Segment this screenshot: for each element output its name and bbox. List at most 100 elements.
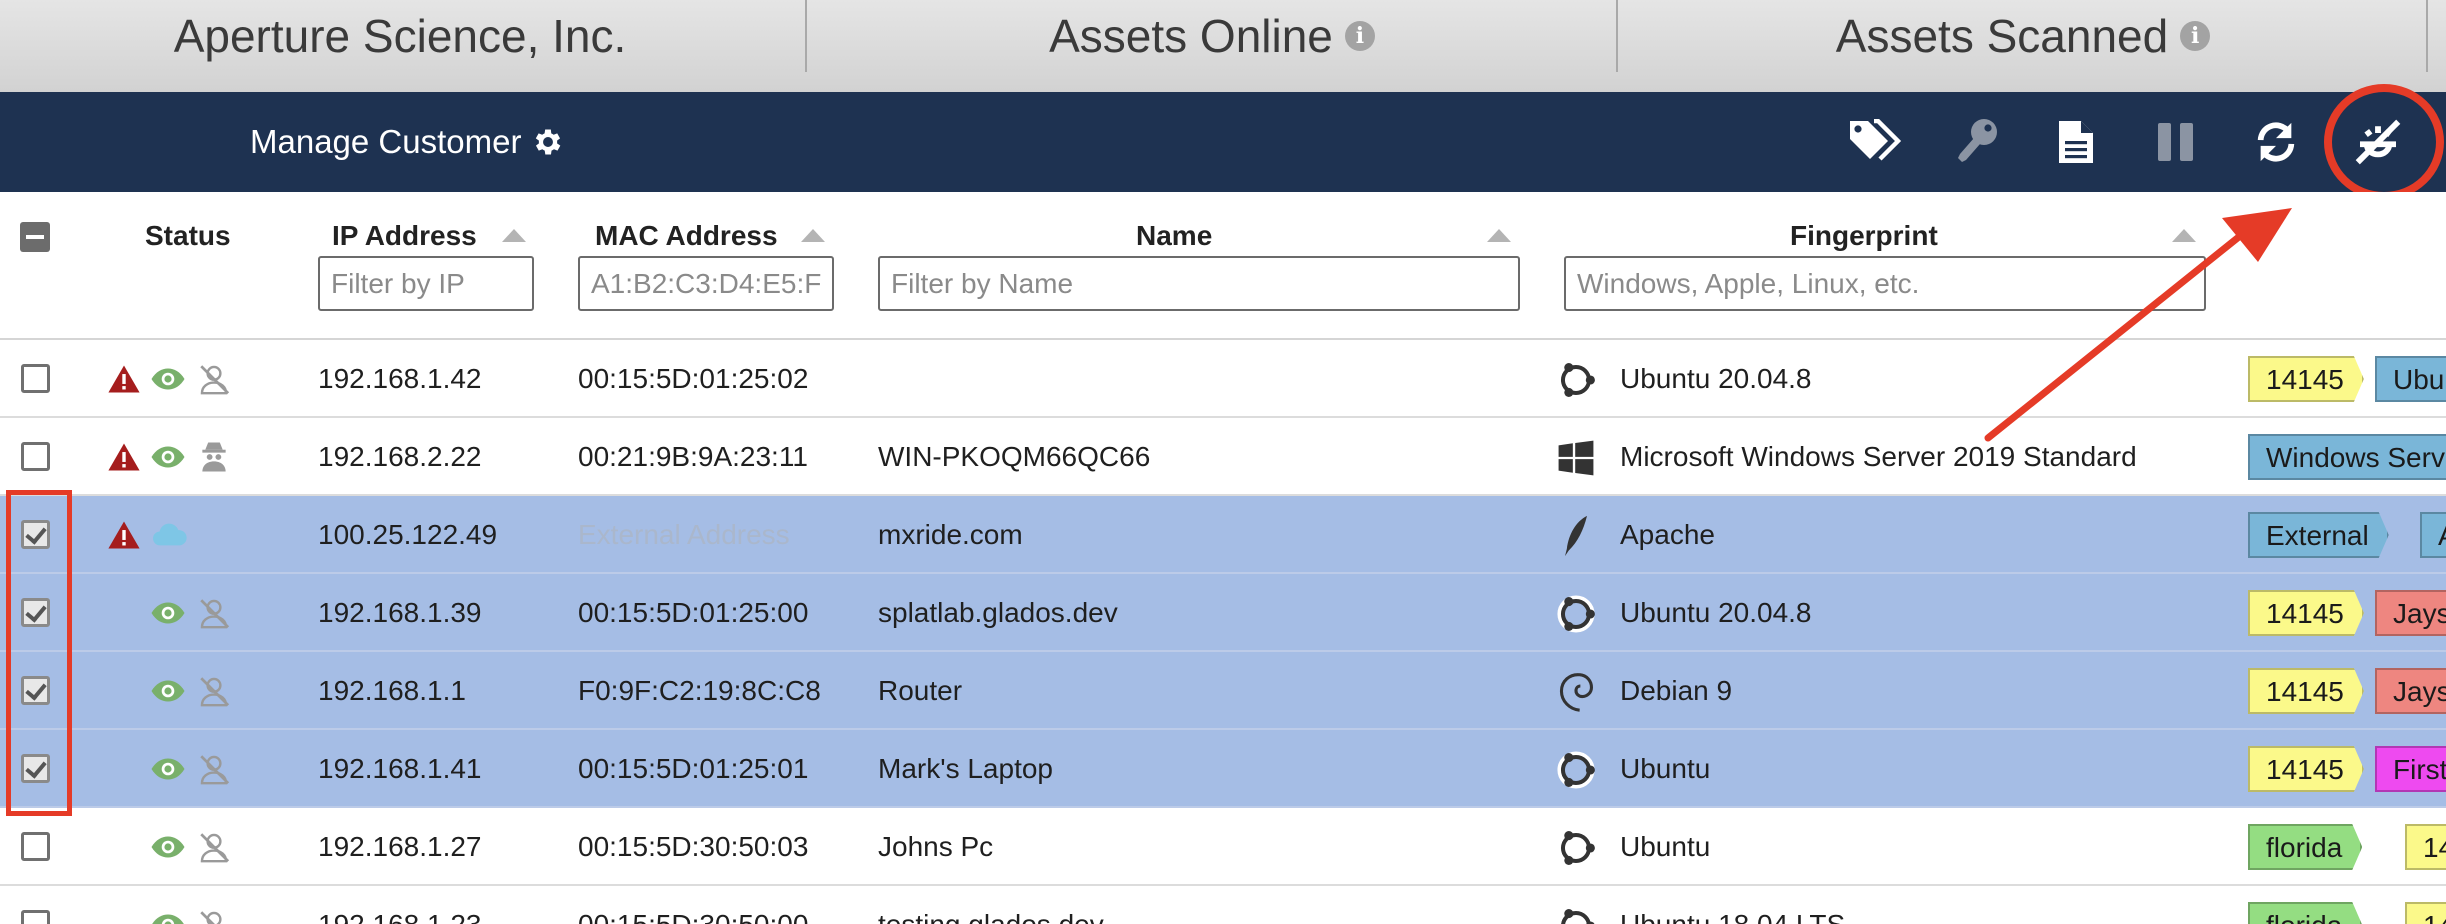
- row-checkbox[interactable]: [21, 676, 50, 705]
- warning-icon[interactable]: [106, 519, 142, 551]
- tag-badge[interactable]: 141: [2405, 824, 2446, 870]
- name-cell[interactable]: splatlab.glados.dev: [878, 574, 1118, 652]
- ip-cell: 192.168.1.39: [318, 597, 482, 628]
- name-sort-icon[interactable]: [1487, 229, 1511, 242]
- row-checkbox[interactable]: [21, 364, 50, 393]
- eye-icon[interactable]: [150, 441, 186, 473]
- tags-icon[interactable]: [1848, 114, 1904, 170]
- no-agent-icon[interactable]: [196, 597, 232, 629]
- debian-icon: [1554, 670, 1598, 714]
- eye-icon[interactable]: [150, 753, 186, 785]
- no-agent-icon[interactable]: [196, 753, 232, 785]
- mac-header[interactable]: MAC Address: [595, 220, 778, 252]
- name-header[interactable]: Name: [1136, 220, 1212, 252]
- tag-badge[interactable]: Windows Serve: [2248, 434, 2446, 480]
- tag-badge[interactable]: 14145: [2248, 746, 2364, 792]
- row-checkbox[interactable]: [21, 832, 50, 861]
- row-checkbox[interactable]: [21, 520, 50, 549]
- tag-badge[interactable]: 14145: [2248, 668, 2364, 714]
- status-header[interactable]: Status: [145, 220, 231, 252]
- eye-icon[interactable]: [150, 363, 186, 395]
- pause-icon[interactable]: [2148, 114, 2204, 170]
- name-cell[interactable]: Johns Pc: [878, 808, 993, 886]
- row-checkbox[interactable]: [21, 754, 50, 783]
- mac-cell: 00:15:5D:01:25:02: [578, 363, 809, 394]
- refresh-icon[interactable]: [2248, 114, 2304, 170]
- fingerprint-header[interactable]: Fingerprint: [1790, 220, 1938, 252]
- fingerprint-cell: Ubuntu: [1620, 831, 1711, 862]
- ip-sort-icon[interactable]: [502, 229, 526, 242]
- table-row[interactable]: 192.168.1.41 00:15:5D:01:25:01 Mark's Lapt…: [0, 730, 2446, 808]
- tag-badge[interactable]: Ap: [2420, 512, 2446, 558]
- mac-sort-icon[interactable]: [801, 229, 825, 242]
- info-icon[interactable]: i: [1344, 21, 1375, 51]
- fingerprint-cell: Ubuntu 20.04.8: [1620, 363, 1812, 394]
- fingerprint-filter-input[interactable]: [1564, 256, 2206, 311]
- fingerprint-cell: Ubuntu: [1620, 753, 1711, 784]
- manage-customer-button[interactable]: Manage Customer: [250, 92, 565, 192]
- agent-icon[interactable]: [196, 441, 232, 473]
- table-row[interactable]: 192.168.1.39 00:15:5D:01:25:00 splatlab.gl…: [0, 574, 2446, 652]
- mac-filter-input[interactable]: [578, 256, 834, 311]
- key-icon[interactable]: [1950, 114, 2006, 170]
- assets-scanned-cell: Assets Scanned i: [1618, 0, 2428, 72]
- table-row[interactable]: 192.168.2.22 00:21:9B:9A:23:11 WIN-PKOQM66…: [0, 418, 2446, 496]
- table-row[interactable]: 192.168.1.42 00:15:5D:01:25:02 Ubuntu 20.0…: [0, 340, 2446, 418]
- summary-divider: [2426, 0, 2428, 72]
- table-row[interactable]: 192.168.1.27 00:15:5D:30:50:03 Johns Pc Ubu…: [0, 808, 2446, 886]
- row-checkbox[interactable]: [21, 442, 50, 471]
- assets-online-cell: Assets Online i: [807, 0, 1617, 72]
- fingerprint-cell: Ubuntu 20.04.8: [1620, 597, 1812, 628]
- mac-cell: External Address: [578, 519, 790, 550]
- table-row[interactable]: 100.25.122.49 External Address mxride.com A…: [0, 496, 2446, 574]
- fingerprint-sort-icon[interactable]: [2172, 229, 2196, 242]
- mac-cell: 00:15:5D:30:50:00: [578, 886, 808, 924]
- no-scan-icon[interactable]: [2350, 114, 2406, 170]
- warning-icon[interactable]: [106, 363, 142, 395]
- name-cell[interactable]: mxride.com: [878, 496, 1023, 574]
- no-agent-icon[interactable]: [196, 363, 232, 395]
- no-agent-icon[interactable]: [196, 675, 232, 707]
- manage-customer-label: Manage Customer: [250, 123, 522, 160]
- toolbar: Manage Customer: [0, 92, 2446, 192]
- apache-icon: [1554, 514, 1598, 558]
- no-agent-icon[interactable]: [196, 909, 232, 924]
- name-cell[interactable]: Router: [878, 652, 962, 730]
- info-icon[interactable]: i: [2180, 21, 2211, 51]
- row-checkbox[interactable]: [21, 910, 50, 924]
- eye-icon[interactable]: [150, 831, 186, 863]
- tag-badge[interactable]: 141: [2405, 902, 2446, 924]
- tag-badge[interactable]: External: [2248, 512, 2389, 558]
- assets-scanned-label: Assets Scanned: [1835, 10, 2169, 62]
- tag-badge[interactable]: Jays: [2375, 590, 2446, 636]
- table-row[interactable]: 192.168.1.1 F0:9F:C2:19:8C:C8 Router Debian…: [0, 652, 2446, 730]
- ip-cell: 192.168.1.23: [318, 886, 482, 924]
- tag-badge[interactable]: Ubu: [2375, 356, 2446, 402]
- company-name-cell: Aperture Science, Inc.: [0, 0, 800, 72]
- eye-icon[interactable]: [150, 675, 186, 707]
- fingerprint-cell: Ubuntu 18.04 LTS: [1620, 886, 1845, 924]
- document-icon[interactable]: [2048, 114, 2104, 170]
- tag-badge[interactable]: 14145: [2248, 356, 2364, 402]
- name-cell[interactable]: testing.glados.dev: [878, 886, 1104, 924]
- tag-badge[interactable]: Jays: [2375, 668, 2446, 714]
- cloud-icon[interactable]: [152, 519, 188, 551]
- tag-badge[interactable]: 14145: [2248, 590, 2364, 636]
- tag-badge[interactable]: florida: [2248, 824, 2362, 870]
- eye-icon[interactable]: [150, 909, 186, 924]
- warning-icon[interactable]: [106, 441, 142, 473]
- tag-badge[interactable]: First: [2375, 746, 2446, 792]
- ip-filter-input[interactable]: [318, 256, 534, 311]
- table-row[interactable]: 192.168.1.23 00:15:5D:30:50:00 testing.gla…: [0, 886, 2446, 924]
- tag-badge[interactable]: florida: [2248, 902, 2362, 924]
- ubuntu-icon: [1554, 358, 1598, 402]
- ip-header[interactable]: IP Address: [332, 220, 477, 252]
- name-cell[interactable]: WIN-PKOQM66QC66: [878, 418, 1150, 496]
- eye-icon[interactable]: [150, 597, 186, 629]
- row-checkbox[interactable]: [21, 598, 50, 627]
- gear-icon: [536, 129, 561, 155]
- name-filter-input[interactable]: [878, 256, 1520, 311]
- name-cell[interactable]: Mark's Laptop: [878, 730, 1053, 808]
- select-all-checkbox[interactable]: [20, 222, 50, 252]
- no-agent-icon[interactable]: [196, 831, 232, 863]
